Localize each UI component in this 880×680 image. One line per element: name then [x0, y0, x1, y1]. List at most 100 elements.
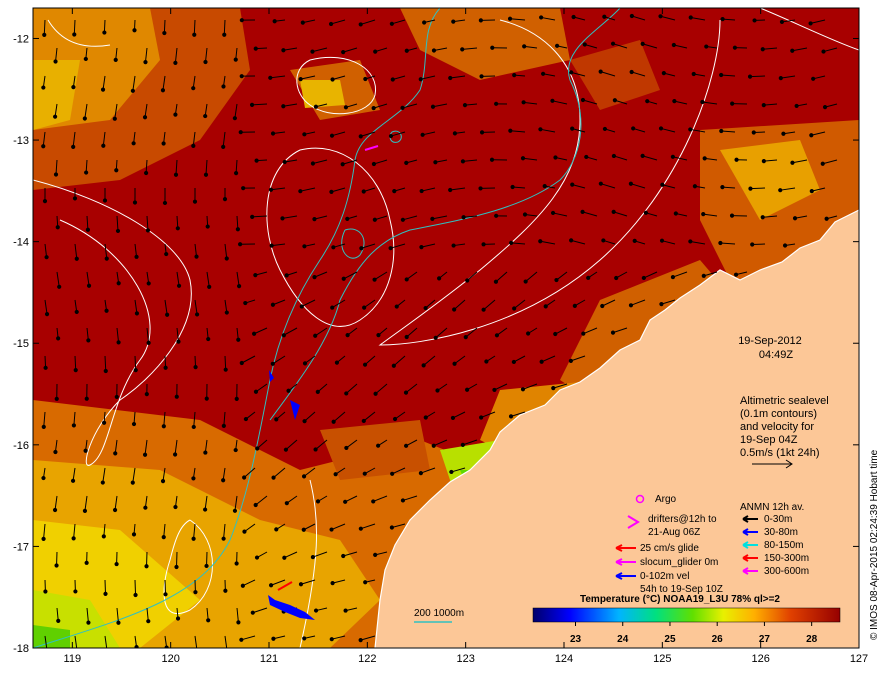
velocity-arrow-head	[282, 159, 287, 165]
velocity-arrow-head	[701, 273, 706, 278]
date-label: 19-Sep-2012	[738, 335, 802, 347]
velocity-arrow-head	[144, 392, 149, 397]
velocity-arrow-head	[239, 18, 244, 23]
velocity-arrow-head	[733, 272, 739, 277]
velocity-arrow-head	[54, 563, 59, 568]
lon-tick-label: 124	[555, 653, 573, 665]
velocity-arrow-head	[281, 48, 286, 53]
velocity-arrow-head	[194, 312, 200, 317]
lon-tick-label: 120	[161, 653, 179, 665]
velocity-arrow-head	[196, 647, 198, 648]
velocity-arrow-head	[134, 254, 139, 259]
velocity-arrow-head	[541, 71, 546, 76]
velocity-arrow-head	[223, 588, 228, 593]
velocity-arrow-head	[282, 555, 287, 560]
velocity-arrow-head	[269, 243, 274, 248]
velocity-arrow-head	[388, 133, 394, 139]
velocity-arrow-head	[270, 131, 276, 136]
svg-text:21-Aug 06Z: 21-Aug 06Z	[648, 527, 700, 538]
velocity-arrow-head	[538, 127, 543, 132]
velocity-arrow-head	[660, 182, 665, 187]
velocity-arrow-head	[451, 243, 456, 248]
velocity-arrow-head	[494, 101, 499, 106]
velocity-arrow-head	[404, 334, 409, 340]
velocity-arrow-head	[221, 478, 226, 483]
lon-tick-label: 122	[358, 653, 376, 665]
velocity-arrow-head	[173, 504, 178, 510]
velocity-arrow	[175, 551, 178, 567]
velocity-arrow-head	[203, 450, 208, 455]
velocity-arrow-head	[253, 502, 258, 508]
velocity-arrow-head	[508, 128, 513, 133]
velocity-arrow-head	[750, 242, 755, 247]
velocity-arrow-head	[779, 19, 785, 25]
velocity-arrow-head	[420, 132, 425, 137]
velocity-arrow-head	[144, 564, 149, 569]
velocity-arrow-head	[392, 189, 397, 194]
velocity-arrow-head	[345, 216, 350, 222]
velocity-arrow-head	[553, 155, 558, 160]
velocity-arrow-head	[73, 368, 78, 373]
velocity-arrow-head	[239, 360, 244, 366]
velocity-arrow-head	[394, 304, 399, 309]
velocity-arrow-head	[629, 69, 634, 75]
velocity-arrow-head	[268, 187, 274, 192]
velocity-arrow-head	[580, 209, 585, 214]
svg-text:and velocity for: and velocity for	[740, 421, 814, 433]
anmn-legend-label: 150-300m	[764, 553, 809, 564]
velocity-arrow-head	[53, 449, 58, 455]
velocity-arrow-head	[509, 240, 514, 245]
velocity-arrow-head	[341, 50, 346, 55]
velocity-arrow-head	[84, 396, 89, 401]
velocity-arrow-head	[361, 418, 366, 424]
velocity-arrow-head	[255, 446, 260, 451]
velocity-arrow-head	[144, 170, 149, 176]
velocity-arrow-head	[419, 188, 424, 194]
velocity-arrow-head	[494, 333, 500, 338]
velocity-arrow-head	[512, 73, 517, 78]
velocity-arrow-head	[670, 154, 675, 159]
velocity-arrow-head	[435, 388, 440, 393]
velocity-arrow-head	[134, 311, 140, 316]
velocity-arrow-head	[82, 508, 88, 513]
velocity-arrow-head	[115, 228, 121, 234]
velocity-arrow-head	[670, 274, 676, 280]
svg-text:19-Sep 04Z: 19-Sep 04Z	[740, 434, 798, 446]
velocity-arrow-head	[372, 277, 377, 282]
velocity-arrow-head	[271, 636, 276, 641]
velocity-arrow-head	[702, 156, 707, 161]
velocity-arrow-head	[329, 637, 334, 642]
velocity-arrow-head	[720, 17, 725, 22]
velocity-arrow-head	[146, 340, 151, 345]
velocity-arrow-head	[114, 168, 119, 173]
velocity-arrow-head	[732, 45, 738, 50]
velocity-arrow-head	[160, 479, 166, 484]
velocity-arrow-head	[358, 526, 363, 531]
velocity-arrow-head	[315, 389, 320, 394]
velocity-arrow-head	[41, 536, 46, 541]
velocity-arrow-head	[44, 255, 49, 260]
velocity-arrow-head	[388, 246, 393, 251]
velocity-arrow-head	[142, 115, 148, 120]
velocity-arrow-head	[132, 200, 138, 205]
velocity-arrow-head	[431, 443, 436, 448]
velocity-arrow-head	[205, 224, 210, 229]
velocity-arrow-head	[720, 185, 725, 190]
velocity-arrow-head	[512, 306, 517, 311]
velocity-arrow-head	[203, 59, 208, 65]
velocity-arrow-head	[821, 49, 826, 54]
velocity-arrow-head	[481, 307, 486, 312]
velocity-arrow-head	[274, 417, 279, 422]
velocity-arrow-head	[101, 534, 106, 539]
velocity-arrow-head	[116, 281, 121, 286]
velocity-arrow-head	[206, 336, 211, 342]
velocity-arrow-head	[330, 77, 335, 82]
velocity-arrow-head	[203, 172, 209, 177]
velocity-arrow-head	[373, 391, 378, 396]
velocity-arrow-head	[391, 363, 396, 368]
velocity-arrow-head	[507, 16, 513, 21]
velocity-arrow	[73, 19, 76, 35]
velocity-arrow-head	[102, 30, 107, 35]
velocity-arrow-head	[281, 333, 286, 338]
velocity-arrow-head	[612, 98, 617, 103]
